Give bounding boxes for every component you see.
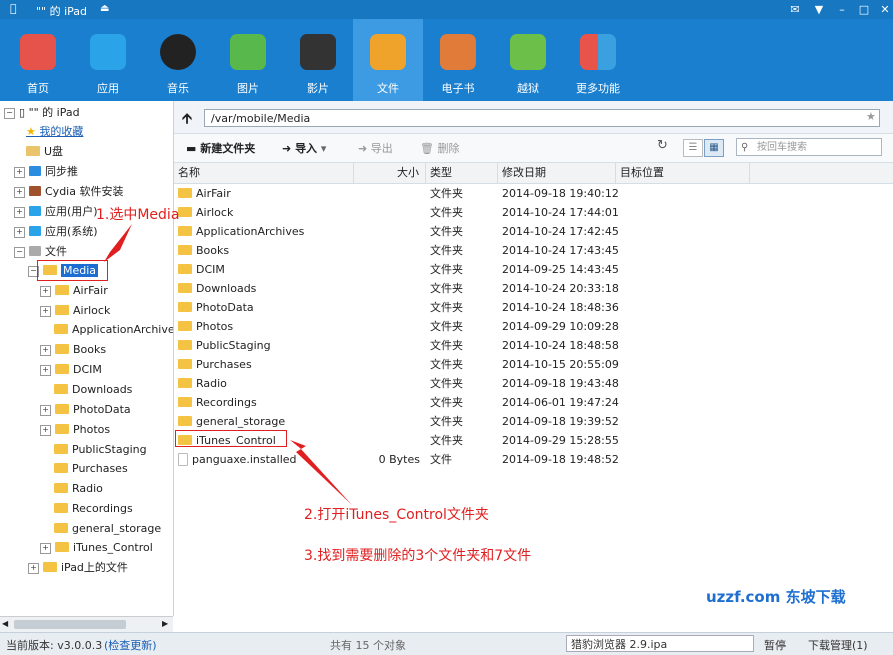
watermark-logo: uzzf.com 东坡下载 bbox=[706, 586, 846, 630]
download-item[interactable]: 猎豹浏览器 2.9.ipa bbox=[566, 635, 754, 652]
version-text: 当前版本: v3.0.0.3 bbox=[6, 639, 103, 652]
object-count: 共有 15 个对象 bbox=[330, 639, 406, 652]
arrow-step1 bbox=[104, 224, 132, 262]
arrow-step2 bbox=[290, 440, 352, 505]
pause-button[interactable]: 暂停 bbox=[764, 637, 786, 653]
annotation-step2: 2.打开iTunes_Control文件夹 bbox=[304, 507, 489, 523]
annotation-step3: 3.找到需要删除的3个文件夹和7文件 bbox=[304, 548, 532, 564]
download-item-name: 猎豹浏览器 2.9.ipa bbox=[571, 638, 668, 651]
status-bar: 当前版本: v3.0.0.3 (检查更新) 共有 15 个对象 猎豹浏览器 2.… bbox=[0, 632, 893, 655]
check-update-link[interactable]: (检查更新) bbox=[104, 637, 157, 653]
watermark-text: uzzf.com 东坡下载 bbox=[706, 588, 846, 606]
download-manager-button[interactable]: 下载管理(1) bbox=[808, 637, 868, 653]
